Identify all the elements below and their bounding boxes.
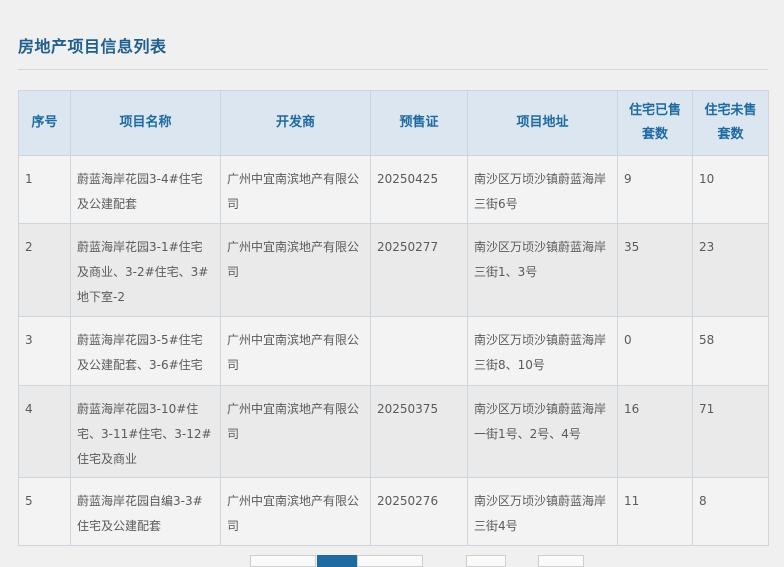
cell-address: 南沙区万顷沙镇蔚蓝海岸三街6号 bbox=[467, 155, 618, 224]
pagination-current-page[interactable] bbox=[317, 555, 357, 567]
cell-project-name: 蔚蓝海岸花园3-4#住宅及公建配套 bbox=[70, 155, 221, 224]
cell-presale-permit bbox=[370, 316, 468, 386]
column-header-address: 项目地址 bbox=[467, 90, 618, 156]
cell-sold-units: 0 bbox=[617, 316, 693, 386]
cell-sold-units: 11 bbox=[617, 477, 693, 546]
cell-sold-units: 35 bbox=[617, 223, 693, 317]
cell-unsold-units: 23 bbox=[692, 223, 769, 317]
cell-index: 2 bbox=[18, 223, 71, 317]
table-row: 2 蔚蓝海岸花园3-1#住宅及商业、3-2#住宅、3#地下室-2 广州中宜南滨地… bbox=[18, 223, 769, 317]
pagination-go-button[interactable] bbox=[538, 555, 584, 567]
project-table: 序号 项目名称 开发商 预售证 项目地址 住宅已售套数 住宅未售套数 1 蔚蓝海… bbox=[18, 90, 769, 546]
cell-developer: 广州中宜南滨地产有限公司 bbox=[220, 316, 371, 386]
column-header-project-name: 项目名称 bbox=[70, 90, 221, 156]
cell-presale-permit: 20250277 bbox=[370, 223, 468, 317]
cell-index: 3 bbox=[18, 316, 71, 386]
cell-developer: 广州中宜南滨地产有限公司 bbox=[220, 385, 371, 478]
cell-developer: 广州中宜南滨地产有限公司 bbox=[220, 477, 371, 546]
cell-project-name: 蔚蓝海岸花园自编3-3#住宅及公建配套 bbox=[70, 477, 221, 546]
table-row: 1 蔚蓝海岸花园3-4#住宅及公建配套 广州中宜南滨地产有限公司 2025042… bbox=[18, 155, 769, 224]
page-title: 房地产项目信息列表 bbox=[18, 37, 167, 56]
cell-project-name: 蔚蓝海岸花园3-1#住宅及商业、3-2#住宅、3#地下室-2 bbox=[70, 223, 221, 317]
column-header-developer: 开发商 bbox=[220, 90, 371, 156]
cell-address: 南沙区万顷沙镇蔚蓝海岸三街4号 bbox=[467, 477, 618, 546]
cell-project-name: 蔚蓝海岸花园3-10#住宅、3-11#住宅、3-12#住宅及商业 bbox=[70, 385, 221, 478]
cell-index: 1 bbox=[18, 155, 71, 224]
title-divider bbox=[18, 69, 768, 70]
column-header-unsold-units: 住宅未售套数 bbox=[692, 90, 769, 156]
cell-address: 南沙区万顷沙镇蔚蓝海岸一街1号、2号、4号 bbox=[467, 385, 618, 478]
cell-sold-units: 9 bbox=[617, 155, 693, 224]
cell-presale-permit: 20250276 bbox=[370, 477, 468, 546]
cell-developer: 广州中宜南滨地产有限公司 bbox=[220, 155, 371, 224]
table-row: 3 蔚蓝海岸花园3-5#住宅及公建配套、3-6#住宅 广州中宜南滨地产有限公司 … bbox=[18, 316, 769, 386]
cell-presale-permit: 20250375 bbox=[370, 385, 468, 478]
cell-address: 南沙区万顷沙镇蔚蓝海岸三街8、10号 bbox=[467, 316, 618, 386]
column-header-index: 序号 bbox=[18, 90, 71, 156]
pagination-page-input[interactable] bbox=[466, 555, 506, 567]
cell-unsold-units: 71 bbox=[692, 385, 769, 478]
pagination bbox=[0, 555, 784, 567]
column-header-sold-units: 住宅已售套数 bbox=[617, 90, 693, 156]
cell-index: 4 bbox=[18, 385, 71, 478]
cell-unsold-units: 8 bbox=[692, 477, 769, 546]
pagination-next-button[interactable] bbox=[357, 555, 423, 567]
column-header-presale-permit: 预售证 bbox=[370, 90, 468, 156]
table-row: 4 蔚蓝海岸花园3-10#住宅、3-11#住宅、3-12#住宅及商业 广州中宜南… bbox=[18, 385, 769, 478]
cell-index: 5 bbox=[18, 477, 71, 546]
cell-unsold-units: 10 bbox=[692, 155, 769, 224]
table-row: 5 蔚蓝海岸花园自编3-3#住宅及公建配套 广州中宜南滨地产有限公司 20250… bbox=[18, 477, 769, 546]
cell-sold-units: 16 bbox=[617, 385, 693, 478]
cell-unsold-units: 58 bbox=[692, 316, 769, 386]
cell-project-name: 蔚蓝海岸花园3-5#住宅及公建配套、3-6#住宅 bbox=[70, 316, 221, 386]
pagination-prev-button[interactable] bbox=[250, 555, 316, 567]
cell-developer: 广州中宜南滨地产有限公司 bbox=[220, 223, 371, 317]
cell-presale-permit: 20250425 bbox=[370, 155, 468, 224]
table-header-row: 序号 项目名称 开发商 预售证 项目地址 住宅已售套数 住宅未售套数 bbox=[18, 90, 769, 156]
cell-address: 南沙区万顷沙镇蔚蓝海岸三街1、3号 bbox=[467, 223, 618, 317]
